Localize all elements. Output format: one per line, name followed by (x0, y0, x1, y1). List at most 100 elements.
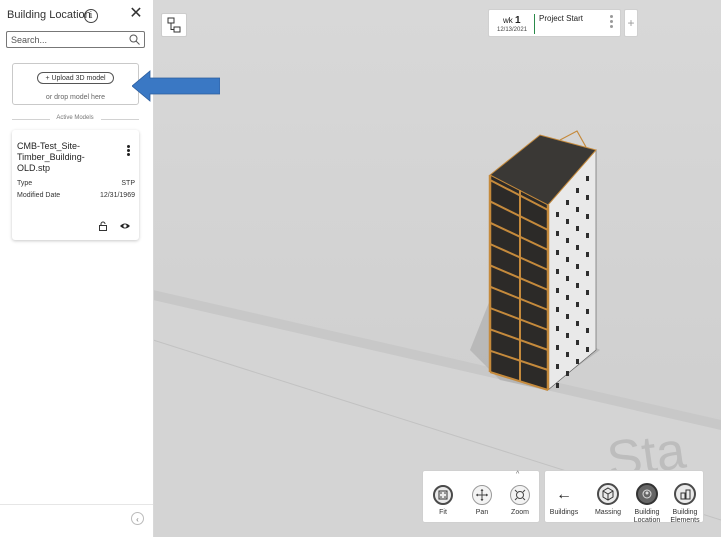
window (566, 352, 569, 357)
upload-3d-model-button[interactable]: + Upload 3D model (37, 72, 114, 84)
timeline-milestone[interactable]: wk 1 12/13/2021 Project Start (488, 9, 621, 37)
milestone-options-icon[interactable] (610, 15, 614, 33)
window (566, 257, 569, 262)
window (556, 288, 559, 293)
close-icon[interactable]: ✕ (129, 6, 143, 22)
window (586, 176, 589, 181)
back-arrow-icon: ← (556, 486, 572, 503)
zoom-label: Zoom (511, 509, 529, 516)
building-location-label: Building Location (633, 509, 661, 524)
divider-right (101, 119, 139, 120)
window (586, 290, 589, 295)
location-icon (636, 483, 658, 505)
pointer-arrow-icon (132, 70, 220, 102)
fit-label: Fit (439, 509, 447, 516)
week-date: 12/13/2021 (497, 27, 528, 33)
window (566, 238, 569, 243)
window (586, 271, 589, 276)
model-card[interactable]: CMB-Test_Site-Timber_Building-OLD.stp Ty… (12, 130, 139, 240)
building-elements-label: Building Elements (670, 509, 700, 524)
window (556, 250, 559, 255)
expand-chevron-up-icon[interactable]: ^ (516, 471, 519, 478)
window (576, 359, 579, 364)
info-icon[interactable]: i (84, 9, 98, 23)
week-number: 1 (515, 15, 521, 26)
eye-icon[interactable] (119, 221, 131, 231)
window (556, 269, 559, 274)
building-location-button[interactable]: Building Location (627, 483, 667, 525)
window (566, 371, 569, 376)
window (576, 207, 579, 212)
divider-left (12, 119, 50, 120)
type-row: Type STP (17, 180, 135, 187)
window (556, 307, 559, 312)
cube-icon (597, 483, 619, 505)
milestone-title: Project Start (539, 14, 584, 23)
add-milestone-button[interactable]: + (624, 9, 638, 37)
window (556, 231, 559, 236)
massing-button[interactable]: Massing (588, 483, 628, 517)
window (566, 276, 569, 281)
elements-icon (674, 483, 696, 505)
window (556, 364, 559, 369)
type-label: Type (17, 180, 33, 187)
massing-label: Massing (594, 509, 622, 516)
3d-viewport[interactable]: Sta (153, 0, 721, 537)
active-models-label: Active Models (56, 115, 94, 121)
window (576, 188, 579, 193)
window (556, 345, 559, 350)
window (586, 195, 589, 200)
window (566, 314, 569, 319)
window (566, 219, 569, 224)
window (576, 283, 579, 288)
building-elements-button[interactable]: Building Elements (665, 483, 705, 525)
buildings-label: Buildings (549, 509, 579, 516)
search-input[interactable] (11, 33, 123, 46)
window (586, 252, 589, 257)
window (586, 309, 589, 314)
modified-label: Modified Date (17, 192, 61, 199)
building-location-panel: Building Location i ✕ + Upload 3D model … (0, 0, 154, 537)
navigation-toolbar: ← Buildings Massing Building Location Bu… (544, 470, 705, 525)
zoom-icon (510, 485, 530, 505)
fit-button[interactable]: Fit (423, 485, 463, 517)
window (576, 340, 579, 345)
search-field[interactable] (6, 31, 145, 48)
collapse-panel-chevron-left-icon[interactable]: ‹ (131, 512, 144, 525)
search-icon[interactable] (129, 34, 140, 45)
type-value: STP (121, 180, 135, 187)
panel-title: Building Location (7, 9, 91, 21)
window (556, 326, 559, 331)
modified-row: Modified Date 12/31/1969 (17, 192, 135, 199)
scene-graphic: Sta (153, 130, 721, 537)
buildings-button[interactable]: ← Buildings (544, 485, 584, 517)
window (576, 245, 579, 250)
panel-footer-divider (0, 504, 153, 505)
window (566, 333, 569, 338)
window (566, 200, 569, 205)
window (576, 321, 579, 326)
window (576, 226, 579, 231)
more-options-icon[interactable] (126, 145, 132, 159)
window (556, 212, 559, 217)
upload-dropzone[interactable]: + Upload 3D model or drop model here (12, 63, 139, 105)
hierarchy-icon (167, 17, 181, 33)
lock-icon[interactable] (98, 221, 108, 231)
pan-label: Pan (475, 509, 489, 516)
modified-value: 12/31/1969 (99, 192, 135, 199)
window (586, 233, 589, 238)
window (586, 328, 589, 333)
model-name: CMB-Test_Site-Timber_Building-OLD.stp (17, 141, 85, 173)
pan-button[interactable]: Pan (462, 485, 502, 517)
view-toolbar: ^ Fit Pan Zoom (422, 470, 540, 523)
window (586, 214, 589, 219)
window (576, 264, 579, 269)
window (576, 302, 579, 307)
drop-hint: or drop model here (45, 94, 106, 101)
fit-icon (433, 485, 453, 505)
model-tree-button[interactable] (161, 13, 187, 37)
window (586, 347, 589, 352)
zoom-button[interactable]: Zoom (500, 485, 540, 517)
pan-icon (472, 485, 492, 505)
week-label: wk 1 (503, 15, 521, 26)
